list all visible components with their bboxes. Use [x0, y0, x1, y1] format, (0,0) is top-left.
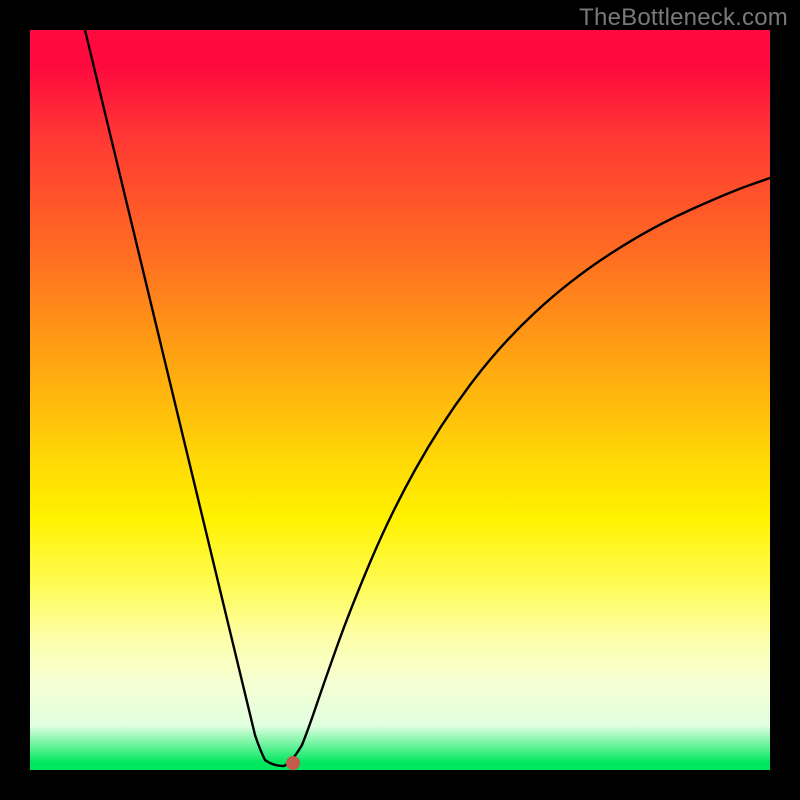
marker-dot [286, 756, 300, 770]
plot-area [30, 30, 770, 770]
chart-container: TheBottleneck.com [0, 0, 800, 800]
curve-svg [30, 30, 770, 770]
bottleneck-curve [85, 30, 770, 766]
watermark-text: TheBottleneck.com [579, 4, 788, 32]
